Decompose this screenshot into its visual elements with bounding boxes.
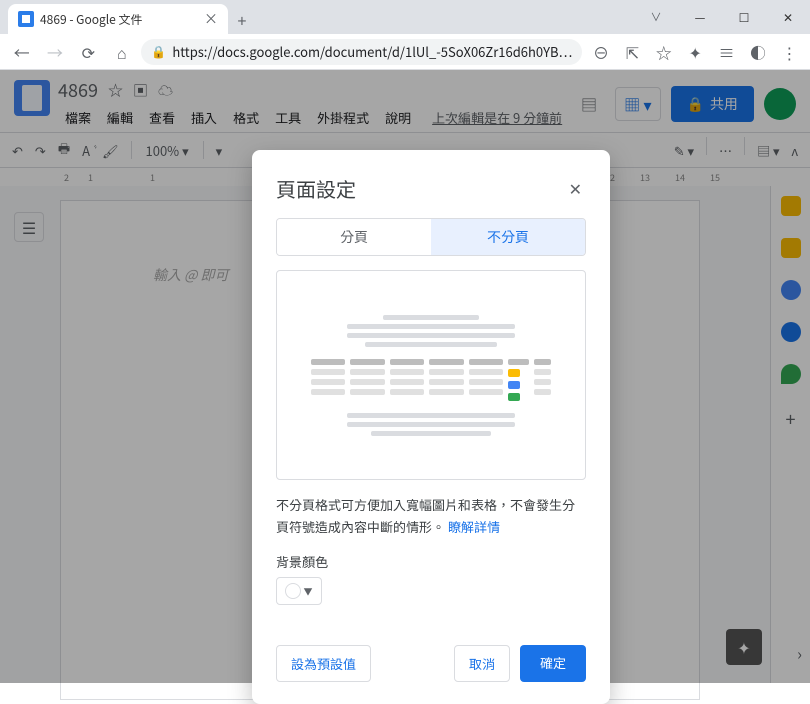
tab-title: 4869 - Google 文件	[40, 11, 143, 28]
tab-close-icon[interactable]: ×	[204, 9, 218, 29]
extension-custom-icon[interactable]: ◐	[745, 39, 770, 65]
url-text: https://docs.google.com/document/d/1lUl_…	[172, 42, 572, 61]
tabs-dropdown-icon[interactable]: ∨	[634, 0, 678, 34]
learn-more-link[interactable]: 瞭解詳情	[448, 517, 500, 536]
background-color-label: 背景顏色	[276, 552, 586, 571]
share-page-icon[interactable]: ⇱	[620, 39, 645, 65]
url-field[interactable]: 🔒 https://docs.google.com/document/d/1lU…	[141, 39, 582, 65]
ok-button[interactable]: 確定	[520, 645, 586, 682]
chevron-down-icon: ▼	[303, 585, 312, 598]
docs-favicon	[18, 11, 34, 27]
window-maximize[interactable]: ☐	[722, 0, 766, 34]
window-minimize[interactable]: —	[678, 0, 722, 34]
window-close[interactable]: ✕	[766, 0, 810, 34]
window-controls: ∨ — ☐ ✕	[634, 0, 810, 34]
address-bar: ← → ⟳ ⌂ 🔒 https://docs.google.com/docume…	[0, 34, 810, 70]
pageless-description: 不分頁格式可方便加入寬幅圖片和表格，不會發生分頁符號造成內容中斷的情形。 瞭解詳…	[276, 494, 586, 538]
page-setup-dialog: 頁面設定 ✕ 分頁 不分頁 不分頁格式可方便加入寬幅圖片和表	[252, 150, 610, 704]
browser-tab[interactable]: 4869 - Google 文件 ×	[8, 4, 228, 34]
nav-home[interactable]: ⌂	[108, 38, 135, 66]
page-mode-segmented: 分頁 不分頁	[276, 218, 586, 256]
pageless-preview	[276, 270, 586, 480]
extensions-icon[interactable]: ✦	[682, 39, 707, 65]
cancel-button[interactable]: 取消	[454, 645, 510, 682]
set-default-button[interactable]: 設為預設值	[276, 645, 371, 682]
dialog-title: 頁面設定	[276, 174, 356, 203]
tab-paged[interactable]: 分頁	[277, 219, 431, 255]
reader-icon[interactable]: ≡	[714, 39, 739, 65]
browser-menu-icon[interactable]: ⋮	[777, 39, 802, 65]
nav-reload[interactable]: ⟳	[75, 38, 102, 66]
nav-back[interactable]: ←	[8, 38, 35, 66]
browser-titlebar: 4869 - Google 文件 × + ∨ — ☐ ✕	[0, 0, 810, 34]
color-swatch	[285, 583, 301, 599]
zoom-out-icon[interactable]: ⊖	[588, 39, 613, 65]
tab-pageless[interactable]: 不分頁	[431, 219, 585, 255]
new-tab-button[interactable]: +	[228, 6, 256, 34]
bookmark-icon[interactable]: ☆	[651, 39, 676, 65]
lock-icon: 🔒	[151, 43, 166, 60]
background-color-dropdown[interactable]: ▼	[276, 577, 322, 605]
nav-forward: →	[41, 38, 68, 66]
dialog-close-icon[interactable]: ✕	[565, 172, 586, 204]
